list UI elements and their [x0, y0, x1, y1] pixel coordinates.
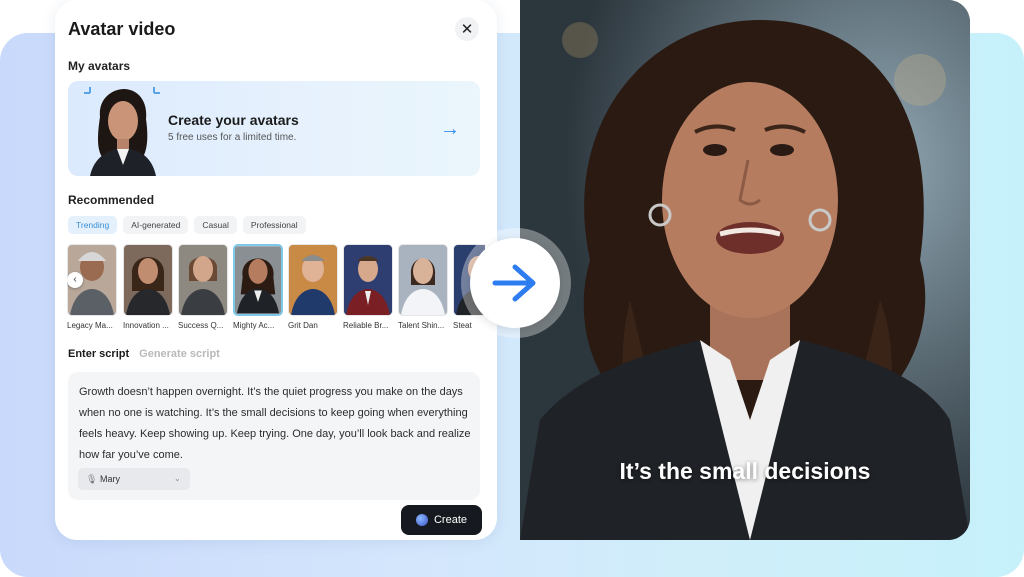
avatar-thumbnail — [288, 244, 338, 316]
avatar-carousel: Legacy Ma... Innovation ... Success Q...… — [67, 244, 485, 336]
avatar-video-panel: Avatar video ✕ My avatars Create your av… — [55, 0, 497, 540]
recommended-label: Recommended — [68, 193, 155, 207]
avatar-name: Mighty Ac... — [233, 321, 275, 330]
avatar-thumbnail — [398, 244, 448, 316]
voice-select[interactable]: 🎙 Mary ⌄ — [78, 468, 190, 490]
avatar-thumbnail — [178, 244, 228, 316]
arrow-right-icon[interactable]: → — [440, 118, 460, 141]
avatar-name: Grit Dan — [288, 321, 318, 330]
script-textarea[interactable]: Growth doesn’t happen overnight. It’s th… — [68, 372, 480, 500]
category-tabs: Trending AI-generated Casual Professiona… — [68, 216, 306, 234]
create-avatar-subtitle: 5 free uses for a limited time. — [168, 132, 297, 143]
chevron-down-icon: ⌄ — [174, 474, 181, 483]
sparkle-orb-icon — [415, 514, 428, 526]
avatar-item[interactable]: Innovation ... — [123, 244, 173, 330]
tab-professional[interactable]: Professional — [242, 216, 306, 234]
arrow-connector — [470, 238, 560, 328]
arrow-right-icon — [492, 264, 536, 302]
close-icon: ✕ — [460, 21, 474, 38]
avatar-thumbnail — [233, 244, 283, 316]
create-avatar-card[interactable]: Create your avatars 5 free uses for a li… — [68, 81, 480, 176]
avatar-name: Talent Shin... — [398, 321, 445, 330]
avatar-item[interactable]: Success Q... — [178, 244, 228, 330]
tab-casual[interactable]: Casual — [194, 216, 237, 234]
script-text[interactable]: Growth doesn’t happen overnight. It’s th… — [79, 382, 475, 466]
tab-trending[interactable]: Trending — [68, 216, 118, 234]
create-button-label: Create — [433, 514, 468, 526]
chevron-left-icon: ‹ — [73, 274, 77, 285]
avatar-item-selected[interactable]: Mighty Ac... — [233, 244, 283, 330]
panel-title: Avatar video — [68, 19, 176, 39]
tab-enter-script[interactable]: Enter script — [68, 348, 129, 360]
avatar-name: Legacy Ma... — [67, 321, 113, 330]
video-caption: It’s the small decisions — [619, 458, 871, 484]
avatar-thumbnail — [123, 244, 173, 316]
avatar-item[interactable]: Grit Dan — [288, 244, 338, 330]
avatar-name: Innovation ... — [123, 321, 169, 330]
tab-ai-generated[interactable]: AI-generated — [123, 216, 189, 234]
close-button[interactable]: ✕ — [455, 17, 479, 41]
microphone-icon: 🎙 — [86, 474, 98, 484]
create-avatar-title: Create your avatars — [168, 112, 299, 128]
avatar-portrait-image — [84, 87, 160, 176]
voice-name: Mary — [100, 474, 120, 484]
create-button[interactable]: Create — [401, 505, 482, 535]
avatar-item[interactable]: Talent Shin... — [398, 244, 448, 330]
script-tabs: Enter script Generate script — [68, 348, 220, 360]
avatar-item[interactable]: Reliable Br... — [343, 244, 393, 330]
my-avatars-label: My avatars — [68, 59, 131, 73]
avatar-name: Reliable Br... — [343, 321, 389, 330]
tab-generate-script[interactable]: Generate script — [139, 348, 220, 360]
carousel-prev-button[interactable]: ‹ — [67, 272, 83, 288]
video-preview: It’s the small decisions — [520, 0, 970, 540]
avatar-thumbnail — [343, 244, 393, 316]
avatar-name: Success Q... — [178, 321, 224, 330]
